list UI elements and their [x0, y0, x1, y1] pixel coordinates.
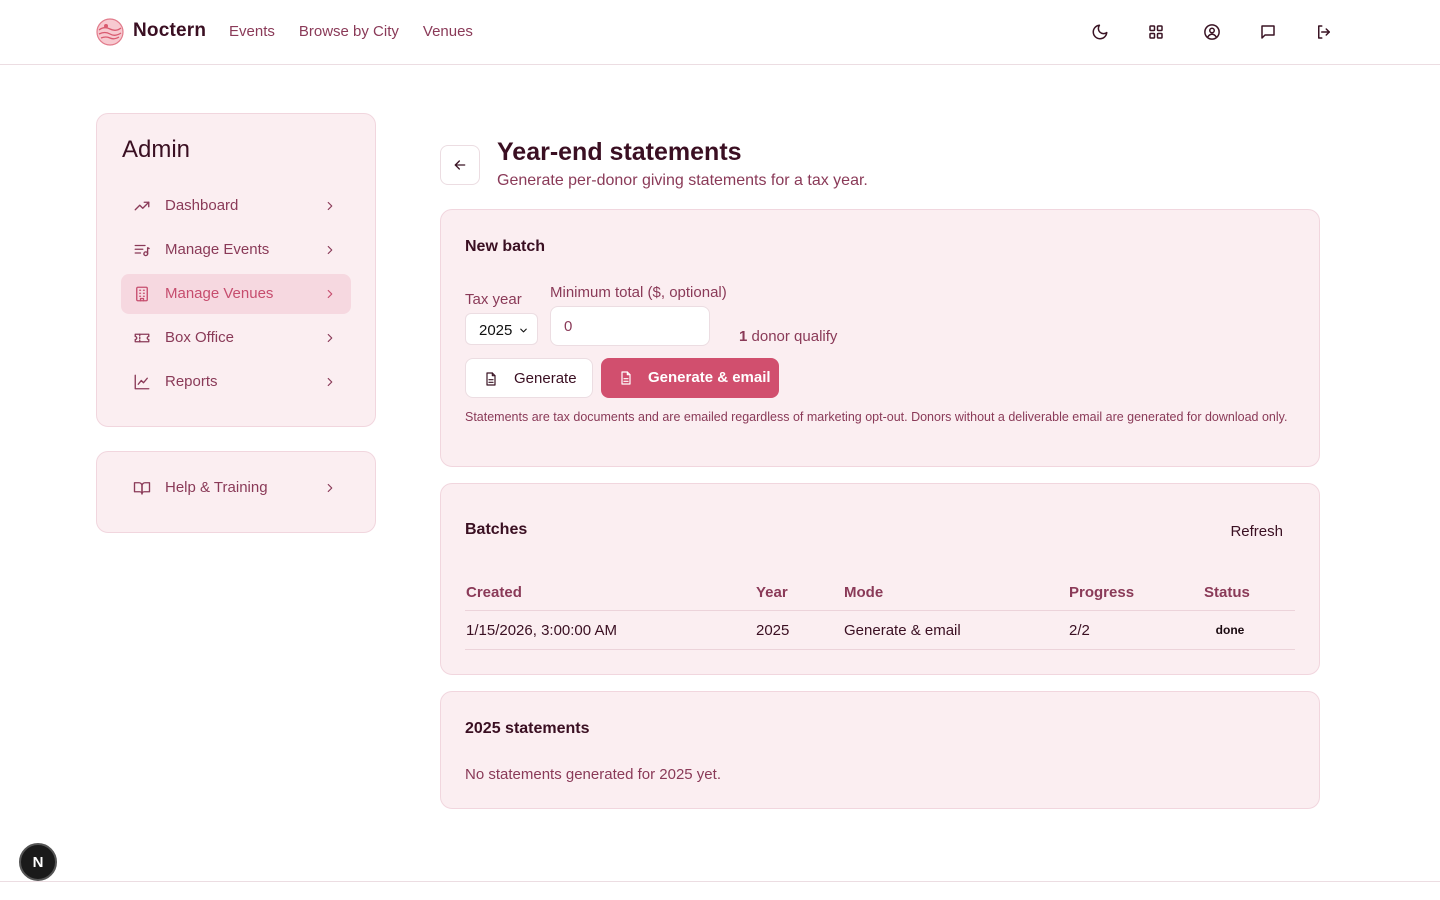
generate-button[interactable]: Generate [465, 358, 593, 398]
sidebar-item-label: Dashboard [165, 197, 239, 214]
batches-title: Batches [465, 521, 528, 538]
admin-sidebar: Admin Dashboard Manage Events Manage Ven… [96, 113, 376, 427]
grid-icon[interactable] [1144, 20, 1168, 44]
statements-card: 2025 statements No statements generated … [440, 691, 1320, 809]
qualify-count: 1 [739, 328, 748, 345]
top-bar: Noctern Events Browse by City Venues [0, 0, 1440, 65]
chevron-right-icon [323, 199, 337, 213]
file-text-icon [486, 372, 496, 386]
statements-note: Statements are tax documents and are ema… [465, 410, 1288, 424]
table-row-divider [465, 649, 1295, 650]
arrow-left-icon [454, 160, 466, 170]
dev-tools-badge[interactable]: N [19, 843, 57, 881]
sidebar-item-box-office[interactable]: Box Office [121, 318, 351, 358]
sidebar-item-help-training[interactable]: Help & Training [121, 468, 351, 508]
file-text-icon [621, 371, 631, 385]
sidebar-item-dashboard[interactable]: Dashboard [121, 186, 351, 226]
sidebar-item-label: Reports [165, 373, 218, 390]
chevron-right-icon [323, 375, 337, 389]
column-header-progress: Progress [1069, 584, 1135, 601]
chevron-down-icon [520, 328, 527, 333]
cell-progress: 2/2 [1069, 622, 1090, 639]
sidebar-item-label: Box Office [165, 329, 234, 346]
batches-card: Batches Refresh Created Year Mode Progre… [440, 483, 1320, 675]
nav-venues[interactable]: Venues [423, 23, 473, 40]
sidebar-item-label: Manage Venues [165, 285, 274, 302]
sidebar-item-reports[interactable]: Reports [121, 362, 351, 402]
empty-state-text: No statements generated for 2025 yet. [465, 766, 721, 783]
brand-name[interactable]: Noctern [133, 20, 206, 42]
generate-email-label: Generate & email [648, 369, 771, 386]
nav-events[interactable]: Events [229, 23, 275, 40]
tax-year-value: 2025 [479, 322, 513, 339]
column-header-status: Status [1204, 584, 1250, 601]
back-button[interactable] [440, 145, 480, 185]
list-music-icon [133, 241, 151, 259]
generate-email-button[interactable]: Generate & email [601, 358, 779, 398]
column-header-created: Created [466, 584, 522, 601]
logout-icon[interactable] [1312, 20, 1336, 44]
qualify-label: donor qualify [751, 328, 838, 345]
help-sidebar: Help & Training [96, 451, 376, 533]
user-circle-icon[interactable] [1200, 20, 1224, 44]
chevron-right-icon [323, 243, 337, 257]
qualify-count-text: 1 donor qualify [739, 328, 837, 345]
tax-year-label: Tax year [465, 291, 522, 308]
moon-icon[interactable] [1088, 20, 1112, 44]
book-open-icon [133, 479, 151, 497]
message-icon[interactable] [1256, 20, 1280, 44]
chart-line-icon [133, 373, 151, 391]
tax-year-select[interactable]: 2025 [465, 313, 538, 345]
new-batch-title: New batch [465, 238, 546, 255]
table-header-divider [465, 610, 1295, 611]
column-header-year: Year [756, 584, 788, 601]
cell-created: 1/15/2026, 3:00:00 AM [466, 622, 617, 639]
trending-up-icon [133, 197, 151, 215]
noctern-logo-icon[interactable] [96, 18, 124, 46]
main-nav: Events Browse by City Venues [229, 23, 473, 40]
sidebar-item-manage-events[interactable]: Manage Events [121, 230, 351, 270]
status-badge: done [1215, 623, 1245, 637]
header-actions [1088, 20, 1336, 44]
sidebar-item-label: Help & Training [165, 479, 268, 496]
sidebar-item-manage-venues[interactable]: Manage Venues [121, 274, 351, 314]
chevron-right-icon [323, 481, 337, 495]
chevron-right-icon [323, 287, 337, 301]
page-subtitle: Generate per-donor giving statements for… [497, 172, 868, 189]
footer-divider [0, 881, 1440, 882]
sidebar-title: Admin [122, 136, 191, 163]
ticket-icon [133, 329, 151, 347]
minimum-total-label: Minimum total ($, optional) [550, 284, 727, 301]
page-title: Year-end statements [497, 138, 742, 166]
minimum-total-input[interactable] [550, 306, 710, 346]
new-batch-card: New batch Tax year Minimum total ($, opt… [440, 209, 1320, 467]
cell-mode: Generate & email [844, 622, 961, 639]
building-icon [133, 285, 151, 303]
column-header-mode: Mode [844, 584, 884, 601]
nav-browse-by-city[interactable]: Browse by City [299, 23, 399, 40]
chevron-right-icon [323, 331, 337, 345]
refresh-button[interactable]: Refresh [1230, 523, 1283, 540]
sidebar-item-label: Manage Events [165, 241, 270, 258]
statements-title: 2025 statements [465, 720, 590, 737]
cell-year: 2025 [756, 622, 790, 639]
generate-label: Generate [514, 370, 577, 387]
